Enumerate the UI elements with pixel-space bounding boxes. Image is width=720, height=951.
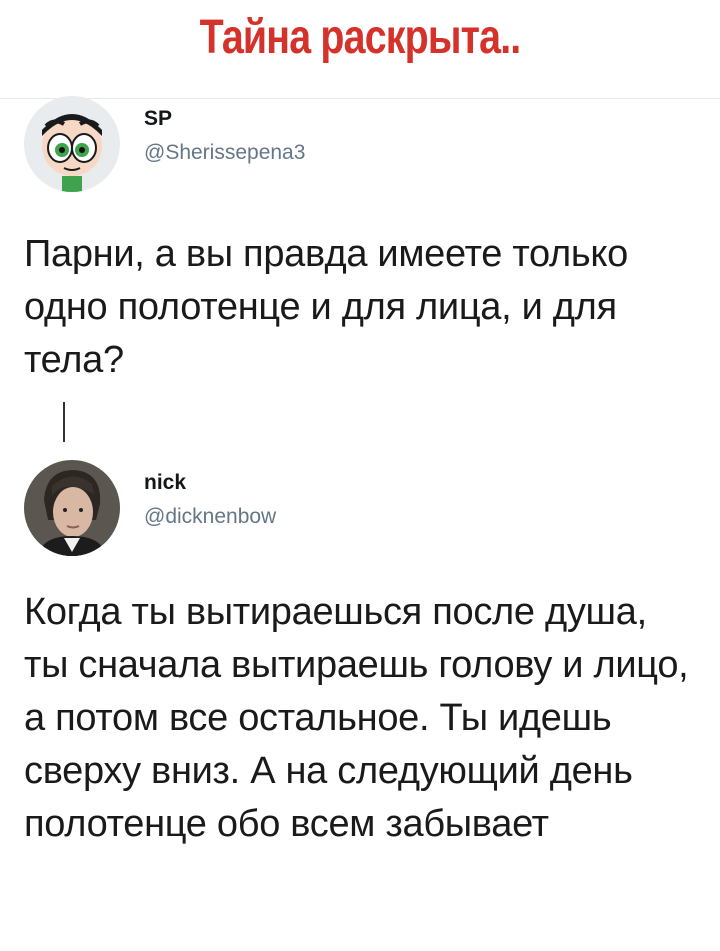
tweet-text-nick: Когда ты вытираешься после душа, ты снач… bbox=[24, 591, 689, 845]
handle[interactable]: @Sherissepena3 bbox=[144, 138, 305, 168]
display-name[interactable]: nick bbox=[144, 468, 276, 498]
tweet-names-nick: nick @dicknenbow bbox=[144, 468, 276, 532]
tweet-header-sp: SP @Sherissepena3 bbox=[24, 96, 684, 206]
thread-connector-line bbox=[63, 402, 65, 442]
meme-title: Тайна раскрыта.. bbox=[199, 11, 522, 64]
tweet-names-sp: SP @Sherissepena3 bbox=[144, 104, 305, 168]
tweet-header-nick: nick @dicknenbow bbox=[24, 460, 684, 570]
tweet-text-sp: Парни, а вы правда имеете только одно по… bbox=[24, 233, 628, 381]
avatar-sp[interactable] bbox=[24, 96, 120, 192]
profile-photo-icon bbox=[24, 460, 120, 556]
display-name[interactable]: SP bbox=[144, 104, 305, 134]
powerpuff-avatar-icon bbox=[24, 96, 120, 192]
handle[interactable]: @dicknenbow bbox=[144, 502, 276, 532]
avatar-nick[interactable] bbox=[24, 460, 120, 556]
